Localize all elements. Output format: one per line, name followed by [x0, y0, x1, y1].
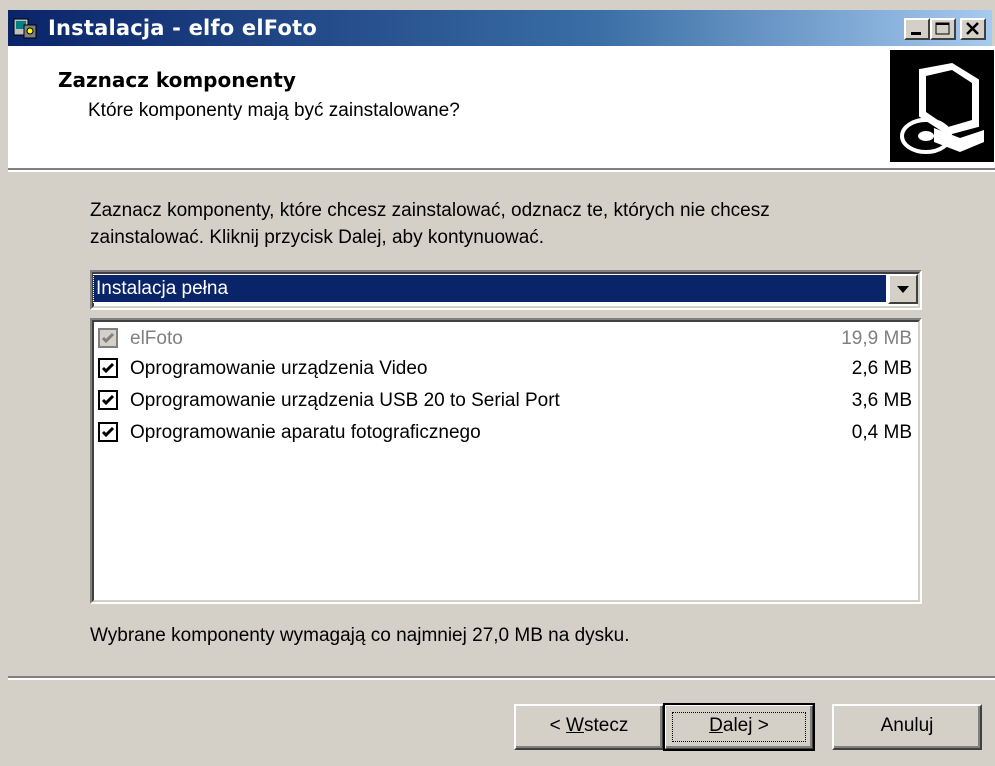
component-name: Oprogramowanie urządzenia USB 20 to Seri…	[130, 390, 560, 411]
component-checkbox[interactable]	[98, 358, 118, 378]
list-item: elFoto 19,9 MB	[98, 324, 912, 354]
chevron-down-icon	[897, 286, 909, 293]
list-item[interactable]: Oprogramowanie aparatu fotograficznego 0…	[98, 418, 912, 448]
components-list[interactable]: elFoto 19,9 MB Oprogramowanie urządzenia…	[90, 318, 922, 604]
component-checkbox[interactable]	[98, 422, 118, 442]
instructions-text: Zaznacz komponenty, które chcesz zainsta…	[90, 200, 770, 248]
component-size: 0,4 MB	[851, 422, 912, 443]
computer-cd-install-icon	[890, 50, 994, 162]
disk-space-label: Wybrane komponenty wymagają co najmniej …	[90, 625, 630, 646]
close-icon	[966, 22, 979, 35]
cancel-button[interactable]: Anuluj	[832, 704, 982, 750]
component-name: elFoto	[130, 328, 183, 349]
component-checkbox	[98, 328, 118, 348]
component-checkbox[interactable]	[98, 390, 118, 410]
minimize-icon	[911, 32, 921, 35]
list-item[interactable]: Oprogramowanie urządzenia USB 20 to Seri…	[98, 386, 912, 416]
wizard-header: Zaznacz komponenty Które komponenty mają…	[8, 46, 995, 168]
checkmark-icon	[101, 394, 115, 406]
component-size: 3,6 MB	[851, 390, 912, 411]
install-type-selected: Instalacja pełna	[93, 274, 887, 303]
installer-window: Instalacja - elfo elFoto Zaznacz kompone…	[0, 0, 995, 766]
minimize-button[interactable]	[904, 18, 930, 40]
window-title: Instalacja - elfo elFoto	[48, 16, 317, 40]
next-button[interactable]: Dalej >	[663, 703, 815, 751]
back-button[interactable]: < Wstecz	[514, 704, 664, 750]
maximize-button[interactable]	[930, 18, 956, 40]
title-bar[interactable]: Instalacja - elfo elFoto	[8, 10, 992, 46]
checkmark-icon	[101, 426, 115, 438]
page-title: Zaznacz komponenty	[58, 68, 296, 92]
component-size: 2,6 MB	[851, 358, 912, 379]
dropdown-button[interactable]	[888, 274, 918, 304]
component-size: 19,9 MB	[841, 328, 912, 349]
component-name: Oprogramowanie urządzenia Video	[130, 358, 428, 379]
checkmark-icon	[101, 362, 115, 374]
install-type-dropdown[interactable]: Instalacja pełna	[90, 270, 922, 310]
component-name: Oprogramowanie aparatu fotograficznego	[130, 422, 481, 443]
page-subtitle: Które komponenty mają być zainstalowane?	[88, 100, 460, 121]
maximize-icon	[935, 22, 950, 35]
close-button[interactable]	[960, 18, 986, 40]
list-item[interactable]: Oprogramowanie urządzenia Video 2,6 MB	[98, 354, 912, 384]
checkmark-icon	[101, 332, 115, 344]
installer-icon	[13, 18, 37, 39]
